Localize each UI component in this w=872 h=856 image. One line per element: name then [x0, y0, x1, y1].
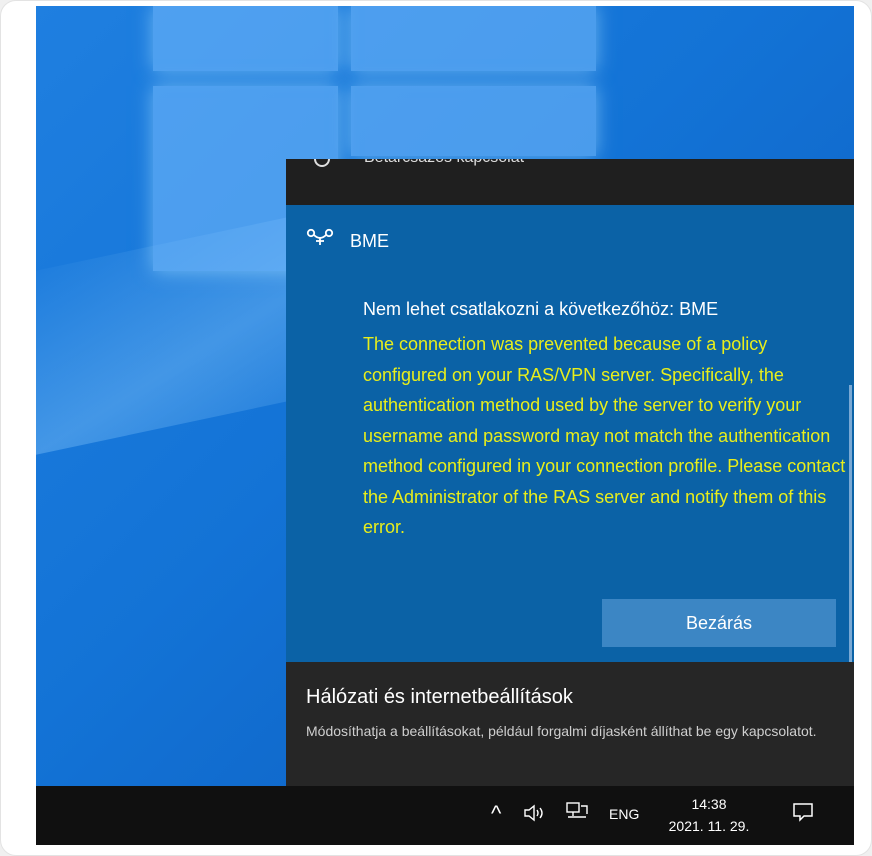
vpn-link-icon	[306, 228, 334, 245]
error-message: The connection was prevented because of …	[363, 334, 846, 537]
language-indicator[interactable]: ENG	[609, 806, 639, 822]
windows-logo-pane	[351, 6, 596, 71]
close-button[interactable]: Bezárás	[602, 599, 836, 647]
windows-logo-pane	[153, 6, 338, 71]
notification-center-icon[interactable]	[792, 802, 814, 822]
network-icon[interactable]	[566, 802, 588, 818]
network-flyout: Betárcsázós kapcsolat BME Nem lehet csat…	[286, 159, 854, 786]
dialup-icon	[314, 159, 330, 167]
error-title: Nem lehet csatlakozni a következőhöz: BM…	[363, 299, 719, 319]
scrollbar[interactable]	[849, 385, 852, 680]
settings-title: Hálózati és internetbeállítások	[306, 686, 573, 708]
settings-description: Módosíthatja a beállításokat, például fo…	[306, 723, 817, 739]
vpn-connection-name: BME	[350, 231, 390, 251]
show-hidden-icons-chevron-icon[interactable]: ^	[491, 801, 501, 827]
windows-logo-pane	[351, 86, 596, 156]
network-list-item[interactable]: Betárcsázós kapcsolat	[286, 159, 854, 205]
clock-date: 2021. 11. 29.	[668, 818, 750, 834]
clock[interactable]: 14:38 2021. 11. 29.	[661, 793, 757, 837]
taskbar: ^ ENG 14:38 2021. 11. 29.	[36, 786, 854, 845]
speaker-icon[interactable]	[523, 804, 549, 827]
screenshot-frame: Betárcsázós kapcsolat BME Nem lehet csat…	[0, 0, 872, 856]
clock-time: 14:38	[691, 796, 727, 812]
network-settings-link[interactable]: Hálózati és internetbeállítások Módosíth…	[286, 662, 854, 786]
vpn-connection-panel: BME Nem lehet csatlakozni a következőhöz…	[286, 205, 854, 680]
network-item-label: Betárcsázós kapcsolat	[364, 159, 524, 167]
